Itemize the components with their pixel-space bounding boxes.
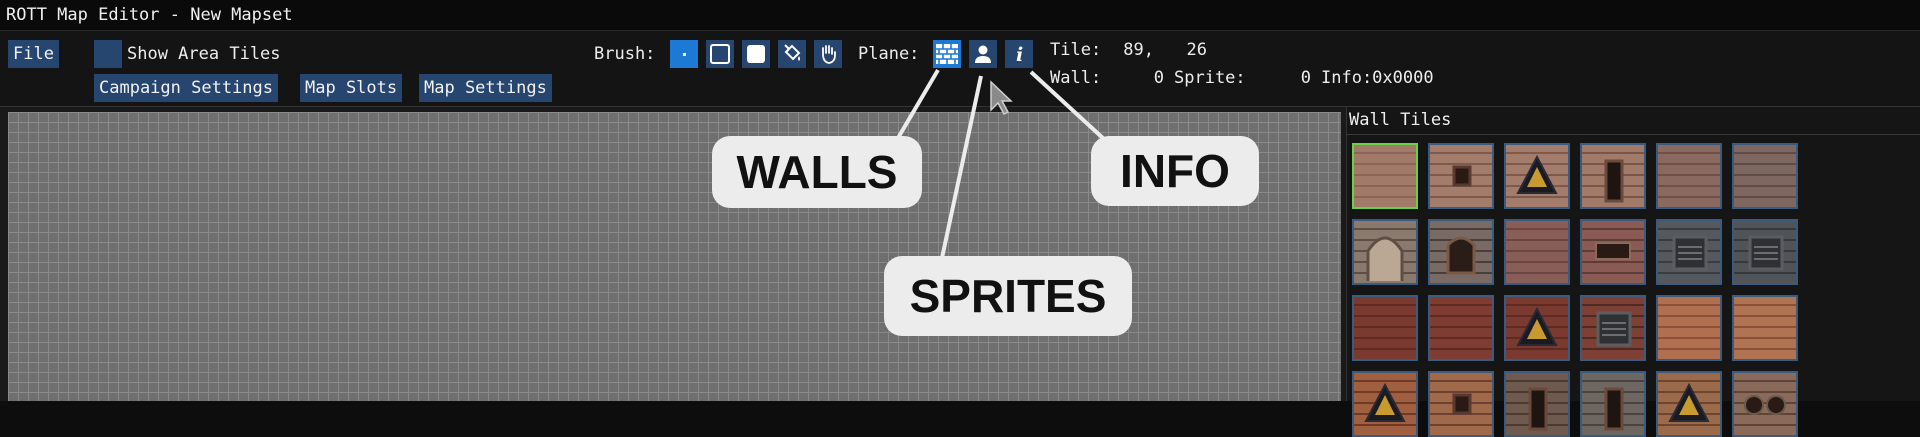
walls-callout: WALLS: [712, 136, 922, 208]
info-pointer-line: [1029, 70, 1107, 142]
annotation-pointers: [896, 68, 1107, 259]
walls-pointer-line: [896, 68, 940, 140]
sprites-pointer-line: [940, 75, 983, 259]
info-callout: INFO: [1091, 136, 1259, 206]
mouse-cursor-icon: [990, 80, 1013, 115]
sprites-callout: SPRITES: [884, 256, 1132, 336]
